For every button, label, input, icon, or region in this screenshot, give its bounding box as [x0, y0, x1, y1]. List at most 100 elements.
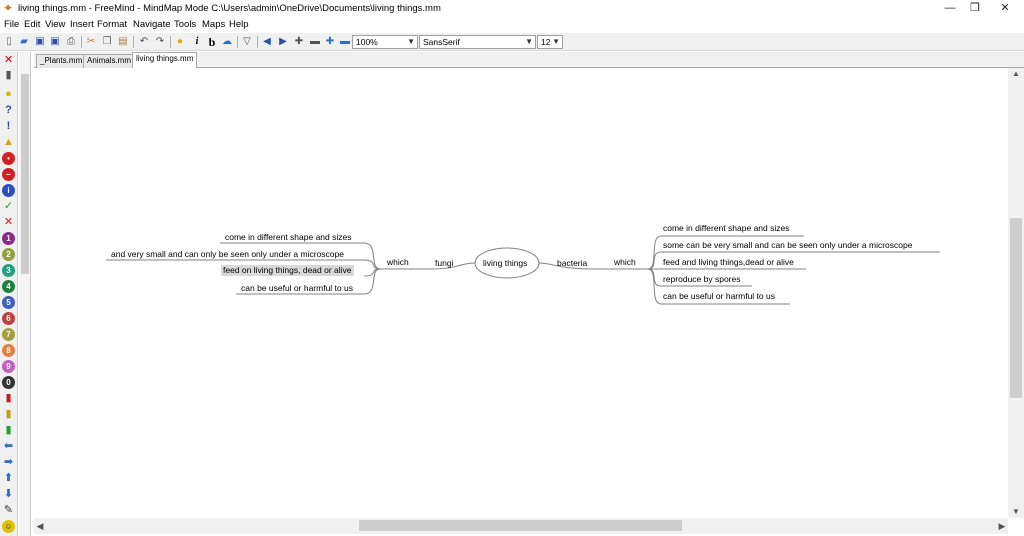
scrollbar-thumb[interactable] — [1010, 218, 1022, 398]
priority-2-icon[interactable]: 2 — [2, 248, 15, 261]
node-left-which[interactable]: which — [387, 257, 409, 268]
node-right-child-2[interactable]: some can be very small and can be seen o… — [663, 240, 912, 251]
priority-6-icon[interactable]: 6 — [2, 312, 15, 325]
menu-help[interactable]: Help — [229, 19, 249, 30]
menu-view[interactable]: View — [45, 19, 65, 30]
title-bar: ✦ living things.mm - FreeMind - MindMap … — [0, 0, 1024, 17]
save-as-icon[interactable]: ▣ — [48, 35, 62, 49]
filter-icon[interactable]: ▽ — [240, 35, 254, 49]
priority-9-icon[interactable]: 9 — [2, 360, 15, 373]
node-right-which[interactable]: which — [614, 257, 636, 268]
priority-1-icon[interactable]: 1 — [2, 232, 15, 245]
paste-icon[interactable]: ▤ — [116, 35, 130, 49]
save-icon[interactable]: ▣ — [33, 35, 47, 49]
expand-icon[interactable]: ✚ — [323, 35, 337, 49]
zoom-select[interactable]: 100% ▼ — [352, 35, 418, 49]
tab-living-things[interactable]: living things.mm — [132, 52, 198, 68]
arrow-up-icon[interactable]: ⬆ — [2, 472, 15, 485]
redo-icon[interactable]: ↷ — [153, 35, 167, 49]
italic-icon[interactable]: i — [190, 35, 204, 49]
node-right-child-3[interactable]: feed and living things,dead or alive — [663, 257, 794, 268]
new-file-icon[interactable]: ▯ — [2, 35, 16, 49]
menu-file[interactable]: File — [4, 19, 19, 30]
open-file-icon[interactable]: ▰ — [17, 35, 31, 49]
butterfly-icon: ✦ — [3, 1, 14, 15]
stop-icon[interactable]: • — [2, 152, 15, 165]
check-icon[interactable]: ✓ — [2, 200, 15, 213]
close-button[interactable]: ✕ — [990, 0, 1020, 17]
back-arrow-icon[interactable]: ◀ — [260, 35, 274, 49]
node-fungi[interactable]: fungi — [435, 258, 453, 269]
horizontal-scrollbar[interactable]: ◀ ▶ — [34, 518, 1008, 534]
scroll-left-icon[interactable]: ◀ — [34, 518, 46, 534]
menu-edit[interactable]: Edit — [24, 19, 40, 30]
chevron-down-icon: ▼ — [407, 37, 415, 46]
menu-format[interactable]: Format — [97, 19, 127, 30]
zoom-in-icon[interactable]: ✚ — [292, 35, 306, 49]
node-bacteria[interactable]: bacteria — [557, 258, 587, 269]
smiley-icon[interactable]: ☺ — [2, 520, 15, 533]
menu-maps[interactable]: Maps — [202, 19, 225, 30]
vertical-scrollbar[interactable]: ▲ ▼ — [1008, 68, 1024, 518]
undo-icon[interactable]: ↶ — [137, 35, 151, 49]
info-icon[interactable]: i — [2, 184, 15, 197]
font-select[interactable]: SansSerif ▼ — [419, 35, 536, 49]
remove-icon[interactable]: ✕ — [2, 54, 15, 67]
mindmap-edges — [106, 235, 940, 305]
bold-icon[interactable]: b — [205, 35, 219, 49]
arrow-left-icon[interactable]: ⬅ — [2, 440, 15, 453]
toolbar-separator — [81, 36, 82, 48]
node-right-child-4[interactable]: reproduce by spores — [663, 274, 741, 285]
priority-4-icon[interactable]: 4 — [2, 280, 15, 293]
priority-3-icon[interactable]: 3 — [2, 264, 15, 277]
print-icon[interactable]: ⎙ — [64, 35, 78, 49]
toolbar-separator — [133, 36, 134, 48]
toolbar-separator — [170, 36, 171, 48]
node-right-child-5[interactable]: can be useful or harmful to us — [663, 291, 775, 302]
cloud-icon[interactable]: ☁ — [220, 35, 234, 49]
menu-tools[interactable]: Tools — [174, 19, 196, 30]
scroll-down-icon[interactable]: ▼ — [1008, 506, 1024, 518]
cut-icon[interactable]: ✂ — [84, 35, 98, 49]
no-entry-icon[interactable]: − — [2, 168, 15, 181]
scrollbar-thumb[interactable] — [21, 74, 29, 274]
restore-button[interactable]: ❐ — [960, 0, 990, 17]
question-icon[interactable]: ? — [2, 104, 15, 117]
warning-icon[interactable]: ▲ — [2, 136, 15, 149]
tab-animals[interactable]: Animals.mm — [83, 54, 136, 68]
traffic-light-red-icon[interactable]: ▮ — [2, 392, 15, 405]
node-left-child-3[interactable]: feed on living things, dead or alive — [221, 265, 354, 276]
forward-arrow-icon[interactable]: ▶ — [276, 35, 290, 49]
copy-icon[interactable]: ❐ — [100, 35, 114, 49]
arrow-down-icon[interactable]: ⬇ — [2, 488, 15, 501]
tab-plants[interactable]: _Plants.mm — [36, 54, 87, 68]
priority-5-icon[interactable]: 5 — [2, 296, 15, 309]
lightbulb-icon[interactable]: ● — [173, 35, 187, 49]
mindmap-canvas[interactable]: living things fungi which come in differ… — [34, 68, 1008, 518]
root-node[interactable]: living things — [483, 258, 527, 269]
scroll-up-icon[interactable]: ▲ — [1008, 68, 1024, 80]
priority-7-icon[interactable]: 7 — [2, 328, 15, 341]
font-size-select[interactable]: 12 ▼ — [537, 35, 563, 49]
icon-toolbar-scrollbar[interactable] — [19, 52, 31, 536]
node-left-child-1[interactable]: come in different shape and sizes — [225, 232, 351, 243]
priority-0-icon[interactable]: 0 — [2, 376, 15, 389]
arrow-right-icon[interactable]: ➡ — [2, 456, 15, 469]
trash-icon[interactable]: ▮ — [2, 69, 15, 82]
node-right-child-1[interactable]: come in different shape and sizes — [663, 223, 789, 234]
node-left-child-4[interactable]: can be useful or harmful to us — [241, 283, 353, 294]
idea-icon[interactable]: ● — [2, 88, 15, 101]
scroll-right-icon[interactable]: ▶ — [996, 518, 1008, 534]
menu-insert[interactable]: Insert — [70, 19, 94, 30]
priority-8-icon[interactable]: 8 — [2, 344, 15, 357]
collapse-icon[interactable]: ▬ — [338, 35, 352, 49]
exclamation-icon[interactable]: ! — [2, 120, 15, 133]
pencil-icon[interactable]: ✎ — [2, 504, 15, 517]
cross-icon[interactable]: ✕ — [2, 216, 15, 229]
traffic-light-yellow-icon[interactable]: ▮ — [2, 408, 15, 421]
scrollbar-thumb[interactable] — [359, 520, 682, 531]
traffic-light-green-icon[interactable]: ▮ — [2, 424, 15, 437]
node-left-child-2[interactable]: and very small and can only be seen only… — [111, 249, 344, 260]
menu-navigate[interactable]: Navigate — [133, 19, 171, 30]
zoom-out-icon[interactable]: ▬ — [308, 35, 322, 49]
